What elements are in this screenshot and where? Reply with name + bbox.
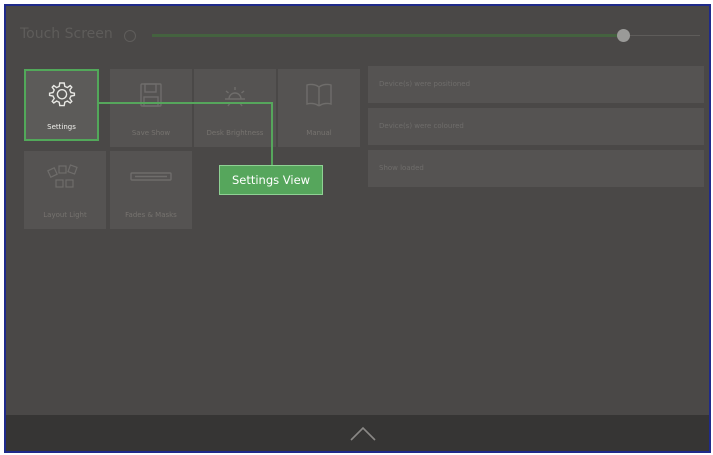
fades-masks-tile-label: Fades & Masks (125, 211, 177, 219)
floppy-disk-icon (110, 77, 192, 113)
brightness-slider-fill (152, 34, 624, 37)
top-bar: Touch Screen (6, 6, 709, 66)
brightness-slider-handle[interactable] (617, 29, 631, 42)
chevron-up-icon[interactable] (349, 424, 377, 446)
brightness-slider[interactable] (152, 29, 700, 42)
log-entry: Device(s) were positioned (368, 66, 704, 103)
settings-view-callout: Settings View (219, 165, 323, 195)
layout-light-tile-label: Layout Light (43, 211, 87, 219)
page-title: Touch Screen (20, 26, 113, 42)
save-show-tile-label: Save Show (131, 129, 171, 137)
desk-brightness-tile[interactable]: Desk Brightness (194, 69, 276, 147)
book-icon (278, 77, 360, 113)
fixture-layout-icon (24, 159, 106, 195)
gear-icon (26, 77, 97, 113)
manual-tile-label: Manual (306, 129, 332, 137)
event-log: Device(s) were positioned Device(s) were… (368, 66, 704, 192)
bottom-bar (6, 415, 709, 451)
sun-icon (194, 77, 276, 113)
log-entry: Device(s) were coloured (368, 108, 704, 145)
settings-tile-label: Settings (47, 123, 76, 131)
log-entry: Show loaded (368, 150, 704, 187)
fades-masks-tile[interactable]: Fades & Masks (110, 151, 192, 229)
brightness-icon (124, 30, 136, 42)
save-show-tile[interactable]: Save Show (110, 69, 192, 147)
touch-screen-window: Touch Screen Settings Save Show Desk Bri… (4, 4, 711, 453)
desk-brightness-tile-label: Desk Brightness (206, 129, 264, 137)
fader-icon (110, 159, 192, 195)
settings-tile[interactable]: Settings (24, 69, 99, 141)
manual-tile[interactable]: Manual (278, 69, 360, 147)
layout-light-tile[interactable]: Layout Light (24, 151, 106, 229)
